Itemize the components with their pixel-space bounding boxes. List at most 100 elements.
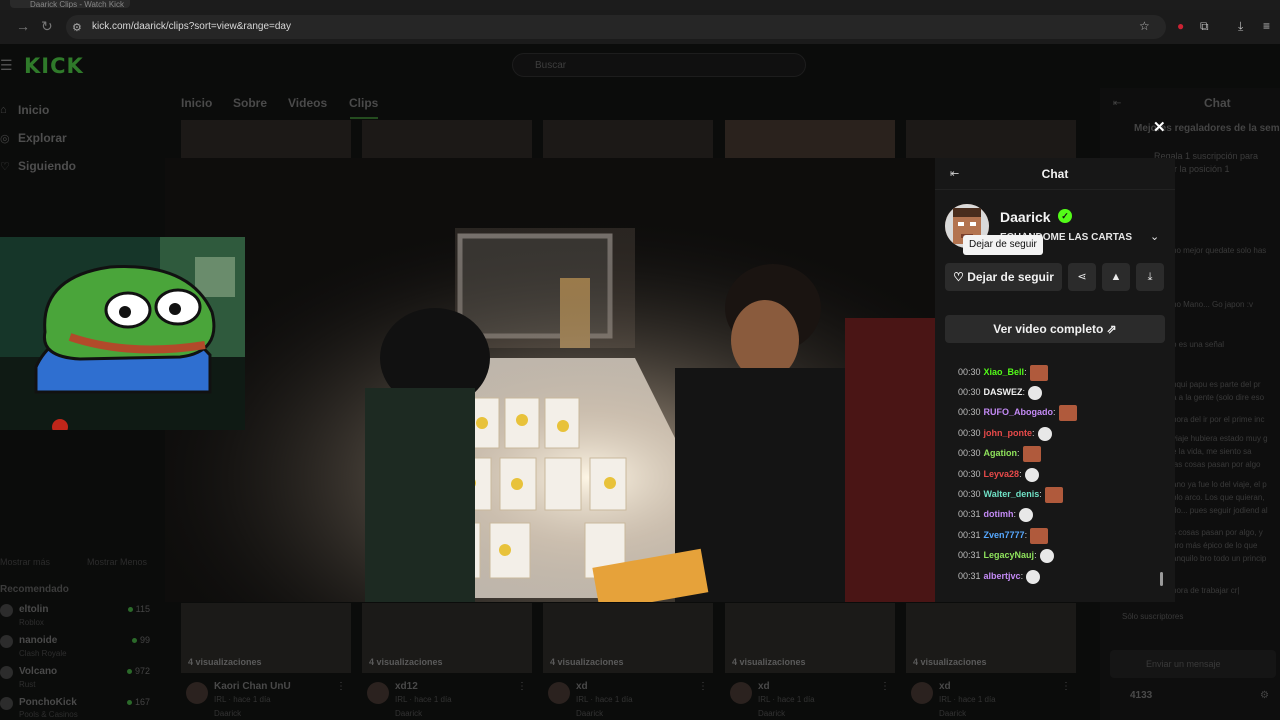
chat-message: 00:31 albertjvc: (958, 568, 1041, 584)
sidebar-item-explorar[interactable]: Explorar (18, 131, 67, 145)
chat-scrollbar[interactable] (1160, 572, 1163, 586)
tab-inicio[interactable]: Inicio (181, 96, 212, 110)
chat-username[interactable]: RUFO_Abogado (984, 407, 1054, 417)
clip-thumbnail[interactable] (362, 120, 532, 158)
kick-logo[interactable]: KICK (24, 54, 84, 78)
chat-username[interactable]: Xiao_Bell (984, 367, 1025, 377)
chat-message: 00:30 Agation: (958, 445, 1041, 462)
clip-user[interactable]: Daarick (939, 709, 966, 718)
more-options-icon[interactable]: ⋮ (880, 681, 890, 692)
clip-user[interactable]: Daarick (576, 709, 603, 718)
chat-message: 00:30 Xiao_Bell: (958, 364, 1048, 381)
download-button[interactable]: ⤓ (1136, 263, 1164, 291)
clip-card[interactable]: 4 visualizaciones (362, 603, 532, 673)
avatar[interactable] (367, 682, 389, 704)
clip-views: 4 visualizaciones (188, 657, 262, 667)
chat-line: uro más épico de lo que (1172, 541, 1258, 550)
chevron-down-icon[interactable]: ⌄ (1150, 230, 1159, 243)
clip-card[interactable]: 4 visualizaciones (725, 603, 895, 673)
collapse-chat-icon[interactable]: ⇤ (1113, 98, 1121, 109)
chat-username[interactable]: DASWEZ (984, 387, 1023, 397)
tab-videos[interactable]: Videos (288, 96, 327, 110)
clip-video-player[interactable] (165, 158, 935, 602)
chat-username[interactable]: dotimh (984, 509, 1014, 519)
emote-icon (1044, 486, 1063, 503)
show-more-link[interactable]: Mostrar más (0, 557, 50, 567)
chat-line: o es una señal (1172, 340, 1225, 349)
tab-clips[interactable]: Clips (349, 96, 378, 110)
subscribers-only-label: Sólo suscriptores (1122, 612, 1184, 621)
clip-card[interactable]: 4 visualizaciones (181, 603, 351, 673)
chat-username[interactable]: Agation (984, 448, 1018, 458)
chat-line: anquilo bro todo un princip (1172, 554, 1267, 563)
sidebar-item-siguiendo[interactable]: Siguiendo (18, 159, 76, 173)
chat-settings-icon[interactable]: ⚙ (1260, 690, 1269, 701)
streamer-name[interactable]: Daarick (1000, 209, 1051, 225)
active-tab-indicator (350, 117, 378, 119)
channel-game: Pools & Casinos (19, 710, 78, 719)
site-settings-icon[interactable]: ⚙ (72, 21, 82, 34)
bookmark-star-icon[interactable]: ☆ (1139, 19, 1150, 33)
clip-thumbnail[interactable] (906, 120, 1076, 158)
forward-icon[interactable]: → (16, 18, 30, 34)
more-options-icon[interactable]: ⋮ (517, 681, 527, 692)
clip-card[interactable]: 4 visualizaciones (906, 603, 1076, 673)
close-icon[interactable]: ✕ (1153, 118, 1166, 136)
chat-message: 00:31 LegacyNauj: (958, 547, 1054, 563)
clip-card[interactable]: 4 visualizaciones (543, 603, 713, 673)
sidebar-item-inicio[interactable]: Inicio (18, 103, 49, 117)
search-input[interactable]: Buscar (512, 53, 806, 77)
unfollow-button[interactable]: ♡ Dejar de seguir (945, 263, 1062, 291)
extensions-puzzle-icon[interactable]: ⧉ (1200, 19, 1209, 34)
clip-thumbnail[interactable] (181, 120, 351, 158)
hamburger-icon[interactable]: ☰ (0, 57, 13, 74)
chat-username[interactable]: LegacyNauj (984, 550, 1035, 560)
clip-user[interactable]: Daarick (758, 709, 785, 718)
home-icon: ⌂ (0, 104, 7, 116)
clip-title[interactable]: xd (939, 681, 951, 692)
browser-tab[interactable]: Daarick Clips - Watch Kick (10, 0, 130, 8)
menu-icon[interactable]: ≡ (1263, 19, 1270, 33)
channel-points[interactable]: 4133 (1130, 690, 1152, 701)
clip-title[interactable]: xd (758, 681, 770, 692)
report-button[interactable]: ▲ (1102, 263, 1130, 291)
avatar[interactable] (186, 682, 208, 704)
show-less-link[interactable]: Mostrar Menos (87, 557, 147, 567)
chat-username[interactable]: Walter_denis (984, 489, 1040, 499)
clip-user[interactable]: Daarick (214, 709, 241, 718)
extension-icon[interactable]: ● (1177, 19, 1184, 33)
tab-sobre[interactable]: Sobre (233, 96, 267, 110)
avatar[interactable] (730, 682, 752, 704)
url-text[interactable]: kick.com/daarick/clips?sort=view&range=d… (92, 22, 291, 32)
channel-game: Clash Royale (19, 649, 67, 658)
more-options-icon[interactable]: ⋮ (698, 681, 708, 692)
reload-icon[interactable]: ↻ (41, 18, 53, 35)
clip-title[interactable]: xd12 (395, 681, 418, 692)
chat-input[interactable]: Enviar un mensaje (1110, 650, 1276, 678)
share-icon: ⋖ (1077, 271, 1087, 283)
chat-username[interactable]: john_ponte (984, 428, 1033, 438)
heart-icon: ♡ (0, 161, 10, 173)
full-video-label: Ver video completo (993, 322, 1104, 336)
avatar[interactable] (911, 682, 933, 704)
external-link-icon: ⇗ (1103, 322, 1117, 336)
chat-line: nqui papu es parte del pr (1172, 380, 1261, 389)
avatar[interactable] (548, 682, 570, 704)
clip-thumbnail[interactable] (725, 120, 895, 158)
watch-full-video-button[interactable]: Ver video completo ⇗ (945, 315, 1165, 343)
clip-title[interactable]: Kaori Chan UnU (214, 681, 291, 692)
clip-user[interactable]: Daarick (395, 709, 422, 718)
more-options-icon[interactable]: ⋮ (1061, 681, 1071, 692)
share-button[interactable]: ⋖ (1068, 263, 1096, 291)
clip-title[interactable]: xd (576, 681, 588, 692)
more-options-icon[interactable]: ⋮ (336, 681, 346, 692)
chat-username[interactable]: Leyva28 (984, 469, 1020, 479)
clip-meta: IRL · hace 1 día (939, 695, 996, 704)
chat-line: las cosas pasan por algo (1172, 460, 1261, 469)
chat-username[interactable]: albertjvc (984, 571, 1021, 581)
chat-message: 00:30 RUFO_Abogado: (958, 404, 1077, 421)
download-icon[interactable]: ⤓ (1238, 19, 1243, 34)
avatar (0, 604, 13, 617)
chat-username[interactable]: Zven7777 (984, 530, 1025, 540)
clip-thumbnail[interactable] (543, 120, 713, 158)
